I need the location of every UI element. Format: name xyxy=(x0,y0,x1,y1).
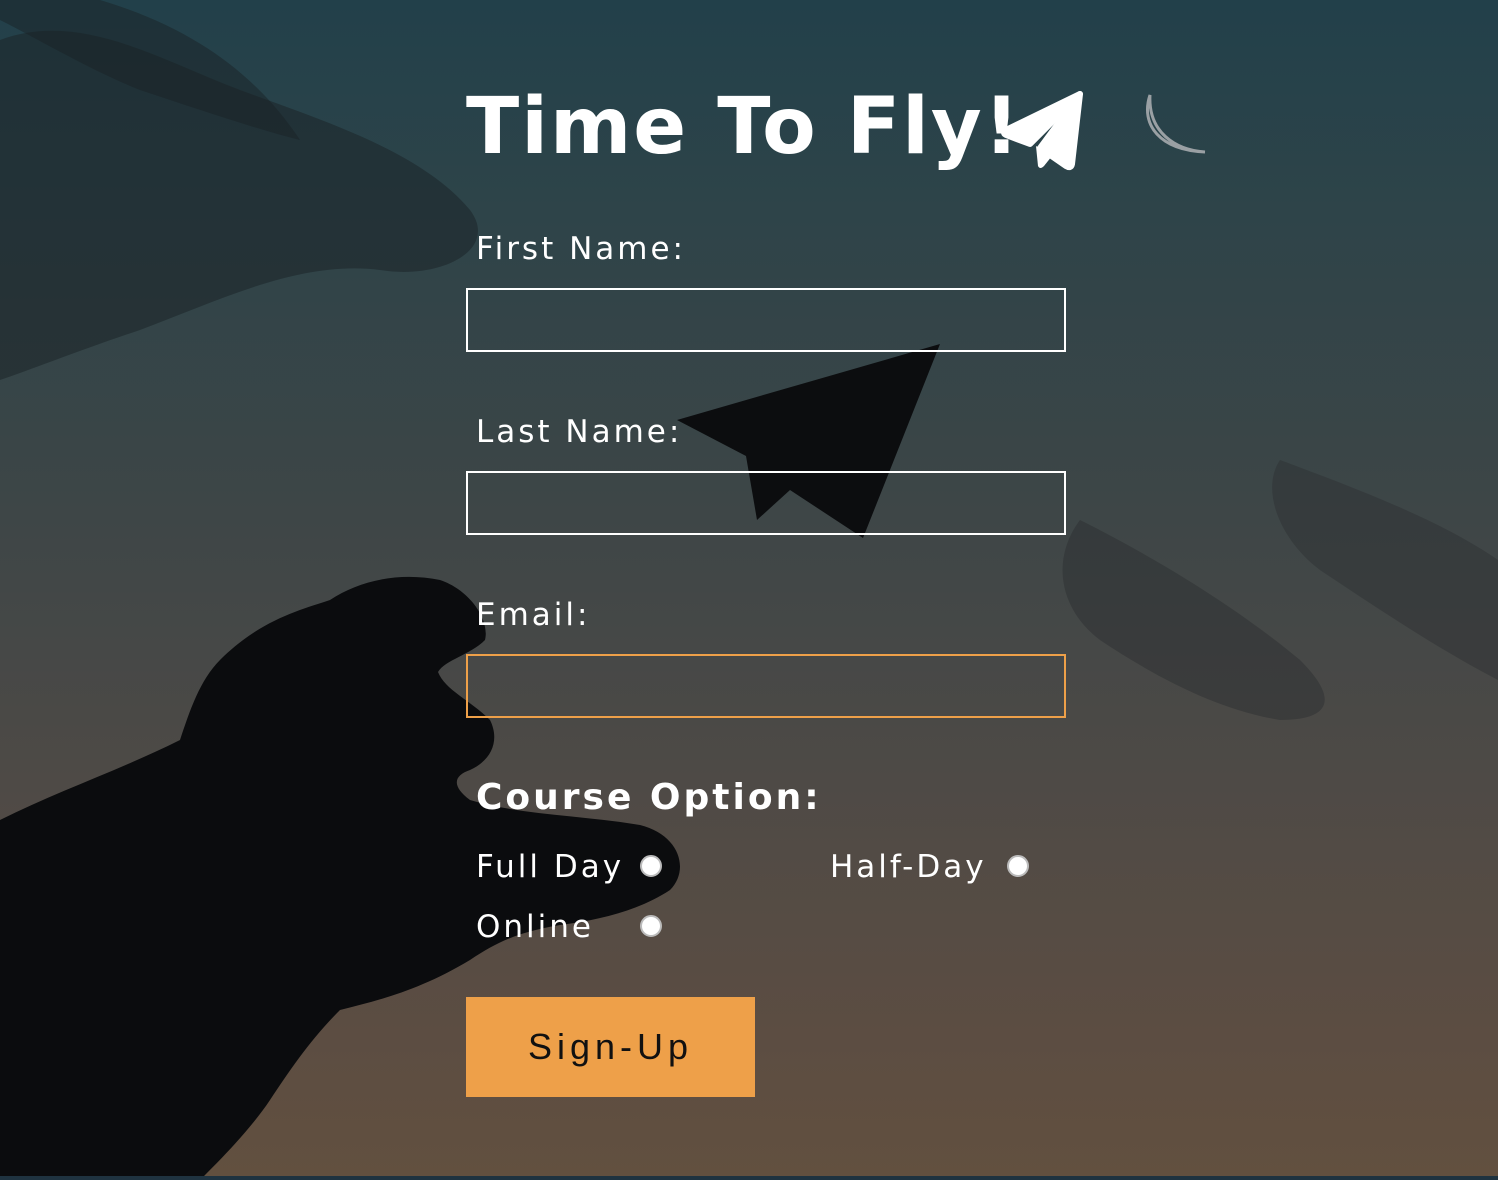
sign-up-button[interactable]: Sign-Up xyxy=(466,997,755,1097)
cloud-shape xyxy=(1062,520,1325,720)
email-input[interactable] xyxy=(466,654,1066,718)
last-name-input[interactable] xyxy=(466,471,1066,535)
course-option-half-day-radio[interactable] xyxy=(1007,855,1029,877)
course-option-full-day-label[interactable]: Full Day xyxy=(476,852,624,883)
first-name-label: First Name: xyxy=(476,231,686,267)
paper-plane-icon xyxy=(1000,86,1086,176)
moon-shape xyxy=(1145,94,1206,154)
course-option-half-day-label[interactable]: Half-Day xyxy=(830,852,987,883)
course-option-online-radio[interactable] xyxy=(640,915,662,937)
course-option-full-day-radio[interactable] xyxy=(640,855,662,877)
first-name-input[interactable] xyxy=(466,288,1066,352)
course-option-label: Course Option: xyxy=(476,777,822,818)
bottom-bar xyxy=(0,1176,1498,1180)
course-option-online-label[interactable]: Online xyxy=(476,912,594,943)
email-label: Email: xyxy=(476,597,591,633)
page-title: Time To Fly! xyxy=(466,82,1022,172)
cloud-shape xyxy=(1272,460,1498,680)
paper-plane-icon-graphic xyxy=(1001,91,1083,171)
last-name-label: Last Name: xyxy=(476,414,683,450)
